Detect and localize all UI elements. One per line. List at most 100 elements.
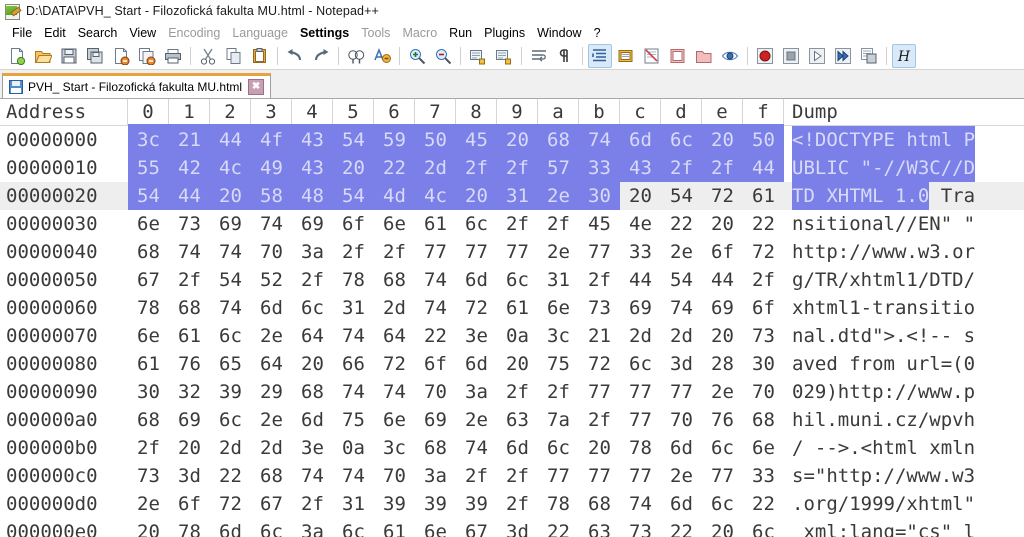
hex-byte-cell[interactable]: 2e	[702, 378, 743, 406]
hex-byte-cell[interactable]: 20	[497, 350, 538, 378]
hex-byte-cell[interactable]: 72	[743, 238, 784, 266]
hex-byte-cell[interactable]: 20	[210, 182, 251, 210]
hex-byte-cell[interactable]: 31	[497, 182, 538, 210]
hex-byte-cell[interactable]: 77	[579, 462, 620, 490]
new-file-icon[interactable]	[5, 44, 29, 68]
folder-as-workspace-icon[interactable]	[692, 44, 716, 68]
hex-byte-cell[interactable]: 3d	[497, 518, 538, 537]
hex-byte-cell[interactable]: 2f	[374, 238, 415, 266]
hex-byte-cell[interactable]: 77	[456, 238, 497, 266]
hex-byte-cell[interactable]: 31	[333, 294, 374, 322]
hex-byte-cell[interactable]: 6d	[210, 518, 251, 537]
hex-byte-cell[interactable]: 77	[579, 378, 620, 406]
hex-byte-cell[interactable]: 64	[251, 350, 292, 378]
record-macro-icon[interactable]	[753, 44, 777, 68]
hex-byte-cell[interactable]: 2e	[538, 182, 579, 210]
hex-byte-cell[interactable]: 67	[456, 518, 497, 537]
hex-byte-cell[interactable]: 22	[661, 210, 702, 238]
menu-item-[interactable]: ?	[588, 24, 607, 42]
hex-byte-cell[interactable]: 6c	[538, 434, 579, 462]
copy-icon[interactable]	[222, 44, 246, 68]
hex-byte-cell[interactable]: 20	[169, 434, 210, 462]
sync-vertical-icon[interactable]	[466, 44, 490, 68]
hex-byte-cell[interactable]: 74	[374, 378, 415, 406]
hex-byte-cell[interactable]: 77	[620, 406, 661, 434]
hex-byte-cell[interactable]: 61	[374, 518, 415, 537]
print-icon[interactable]	[161, 44, 185, 68]
hex-byte-cell[interactable]: 6d	[292, 406, 333, 434]
hex-byte-cell[interactable]: 50	[743, 126, 784, 154]
menu-item-search[interactable]: Search	[72, 24, 124, 42]
hex-row[interactable]: 00000030 6e 73 69 74 69 6f 6e 61 6c 2f 2f 45 4e 22 20 22…	[0, 210, 1024, 238]
hex-byte-cell[interactable]: 50	[415, 126, 456, 154]
hex-byte-cell[interactable]: 20	[128, 518, 169, 537]
menu-item-encoding[interactable]: Encoding	[162, 24, 226, 42]
hex-byte-cell[interactable]: 69	[210, 210, 251, 238]
hex-byte-cell[interactable]: 20	[702, 126, 743, 154]
close-all-icon[interactable]	[135, 44, 159, 68]
hex-byte-cell[interactable]: 6e	[374, 406, 415, 434]
hex-byte-cell[interactable]: 2f	[497, 490, 538, 518]
hex-byte-cell[interactable]: 2f	[538, 210, 579, 238]
hex-byte-cell[interactable]: 2d	[251, 434, 292, 462]
hex-byte-cell[interactable]: 58	[251, 182, 292, 210]
hex-byte-cell[interactable]: 31	[333, 490, 374, 518]
hex-byte-cell[interactable]: 2f	[292, 266, 333, 294]
hex-rows-container[interactable]: 00000000 3c 21 44 4f 43 54 59 50 45 20 68 74 6d 6c 20 50…	[0, 126, 1024, 537]
hex-byte-cell[interactable]: 63	[497, 406, 538, 434]
hex-byte-cell[interactable]: 72	[579, 350, 620, 378]
hex-byte-cell[interactable]: 2d	[415, 154, 456, 182]
hex-byte-cell[interactable]: 6e	[538, 294, 579, 322]
hex-byte-cell[interactable]: 6d	[456, 266, 497, 294]
hex-byte-cell[interactable]: 74	[415, 266, 456, 294]
undo-icon[interactable]	[283, 44, 307, 68]
hex-byte-cell[interactable]: 6c	[333, 518, 374, 537]
hex-byte-cell[interactable]: 6c	[702, 490, 743, 518]
hex-byte-cell[interactable]: 6c	[743, 518, 784, 537]
hex-byte-cell[interactable]: 43	[292, 126, 333, 154]
hex-byte-cell[interactable]: 45	[579, 210, 620, 238]
hex-byte-cell[interactable]: 43	[620, 154, 661, 182]
hex-byte-cell[interactable]: 20	[702, 210, 743, 238]
hex-byte-cell[interactable]: 43	[292, 154, 333, 182]
save-all-icon[interactable]	[83, 44, 107, 68]
hex-byte-cell[interactable]: 20	[456, 182, 497, 210]
hex-byte-cell[interactable]: 74	[456, 434, 497, 462]
hex-byte-cell[interactable]: 61	[128, 350, 169, 378]
hex-byte-cell[interactable]: 78	[333, 266, 374, 294]
show-all-chars-icon[interactable]	[553, 44, 577, 68]
hex-byte-cell[interactable]: 54	[128, 182, 169, 210]
hex-byte-cell[interactable]: 31	[538, 266, 579, 294]
hex-dump-cell[interactable]: / -->.<html xmln	[784, 434, 1024, 462]
hex-byte-cell[interactable]: 28	[702, 350, 743, 378]
hex-byte-cell[interactable]: 73	[743, 322, 784, 350]
hex-byte-cell[interactable]: 22	[415, 322, 456, 350]
hex-byte-cell[interactable]: 68	[743, 406, 784, 434]
menu-item-run[interactable]: Run	[443, 24, 478, 42]
hex-byte-cell[interactable]: 4e	[620, 210, 661, 238]
hex-byte-cell[interactable]: 44	[169, 182, 210, 210]
hex-byte-cell[interactable]: 6c	[210, 322, 251, 350]
hex-row[interactable]: 000000b0 2f 20 2d 2d 3e 0a 3c 68 74 6d 6c 20 78 6d 6c 6e…	[0, 434, 1024, 462]
hex-dump-cell[interactable]: http://www.w3.or	[784, 238, 1024, 266]
hex-byte-cell[interactable]: 6e	[415, 518, 456, 537]
hex-byte-cell[interactable]: 77	[497, 238, 538, 266]
hex-dump-cell[interactable]: nal.dtd">.<!-- s	[784, 322, 1024, 350]
hex-row[interactable]: 00000000 3c 21 44 4f 43 54 59 50 45 20 68 74 6d 6c 20 50…	[0, 126, 1024, 154]
hex-byte-cell[interactable]: 68	[292, 378, 333, 406]
menu-item-language[interactable]: Language	[226, 24, 294, 42]
sync-horizontal-icon[interactable]	[492, 44, 516, 68]
hex-row[interactable]: 00000080 61 76 65 64 20 66 72 6f 6d 20 75 72 6c 3d 28 30…	[0, 350, 1024, 378]
hex-byte-cell[interactable]: 70	[661, 406, 702, 434]
hex-byte-cell[interactable]: 6d	[497, 434, 538, 462]
hex-byte-cell[interactable]: 70	[374, 462, 415, 490]
hex-byte-cell[interactable]: 22	[743, 210, 784, 238]
hex-byte-cell[interactable]: 3e	[456, 322, 497, 350]
play-macro-icon[interactable]	[805, 44, 829, 68]
hex-byte-cell[interactable]: 68	[538, 126, 579, 154]
hex-byte-cell[interactable]: 70	[415, 378, 456, 406]
hex-byte-cell[interactable]: 74	[333, 378, 374, 406]
hex-row[interactable]: 000000a0 68 69 6c 2e 6d 75 6e 69 2e 63 7a 2f 77 70 76 68…	[0, 406, 1024, 434]
hex-byte-cell[interactable]: 73	[128, 462, 169, 490]
hex-dump-cell[interactable]: nsitional//EN" "	[784, 210, 1024, 238]
